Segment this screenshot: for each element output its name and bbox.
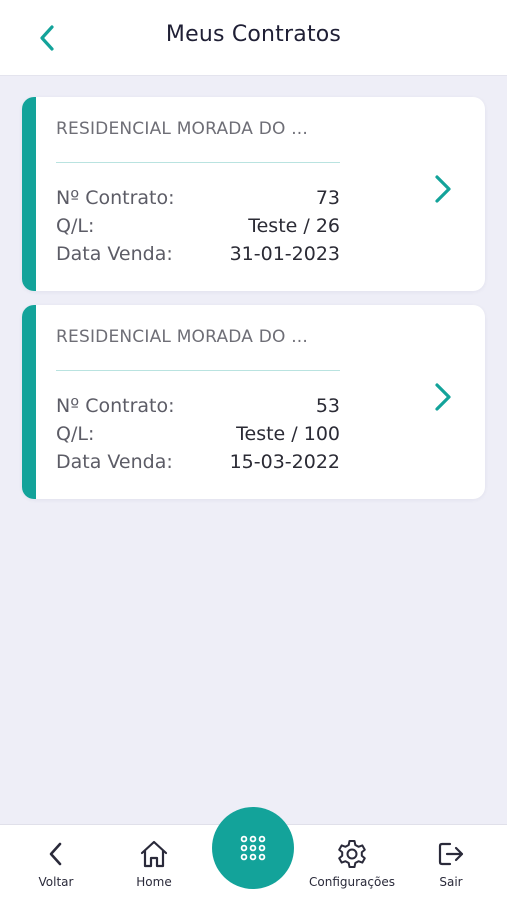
card-divider <box>56 162 340 163</box>
chevron-right-icon[interactable] <box>431 381 455 413</box>
contract-card[interactable]: RESIDENCIAL MORADA DO ... Nº Contrato: 5… <box>22 305 485 499</box>
contract-card[interactable]: RESIDENCIAL MORADA DO ... Nº Contrato: 7… <box>22 97 485 291</box>
ql-label: Q/L: <box>56 423 95 445</box>
card-accent-bar <box>22 97 36 291</box>
app-header: Meus Contratos <box>0 0 507 76</box>
sale-date-row: Data Venda: 31-01-2023 <box>56 240 340 268</box>
sale-date-label: Data Venda: <box>56 451 173 473</box>
sale-date-value: 31-01-2023 <box>229 243 340 265</box>
card-accent-bar <box>22 305 36 499</box>
sale-date-row: Data Venda: 15-03-2022 <box>56 448 340 476</box>
nav-home-label: Home <box>136 875 172 889</box>
chevron-right-icon[interactable] <box>431 173 455 205</box>
nav-back-label: Voltar <box>38 875 74 889</box>
contract-title: RESIDENCIAL MORADA DO ... <box>56 327 309 347</box>
contract-number-label: Nº Contrato: <box>56 187 175 209</box>
ql-row: Q/L: Teste / 26 <box>56 212 340 240</box>
contract-number-row: Nº Contrato: 53 <box>56 392 340 420</box>
contract-title: RESIDENCIAL MORADA DO ... <box>56 119 309 139</box>
page-title: Meus Contratos <box>165 22 342 47</box>
sale-date-value: 15-03-2022 <box>229 451 340 473</box>
ql-label: Q/L: <box>56 215 95 237</box>
card-divider <box>56 370 340 371</box>
contract-number-label: Nº Contrato: <box>56 395 175 417</box>
gear-icon <box>338 840 366 868</box>
home-icon <box>140 840 168 868</box>
nav-settings-button[interactable]: Configurações <box>302 837 402 897</box>
nav-settings-label: Configurações <box>309 875 395 889</box>
contract-number-value: 53 <box>315 395 340 417</box>
ql-row: Q/L: Teste / 100 <box>56 420 340 448</box>
logout-icon <box>438 842 464 866</box>
contract-number-row: Nº Contrato: 73 <box>56 184 340 212</box>
nav-logout-label: Sair <box>439 875 463 889</box>
contract-number-value: 73 <box>315 187 340 209</box>
ql-value: Teste / 26 <box>248 215 340 237</box>
menu-fab-button[interactable] <box>212 807 294 889</box>
nav-home-button[interactable]: Home <box>104 837 204 897</box>
ql-value: Teste / 100 <box>236 423 340 445</box>
nav-logout-button[interactable]: Sair <box>401 837 501 897</box>
sale-date-label: Data Venda: <box>56 243 173 265</box>
chevron-left-icon <box>49 842 62 866</box>
grid-dots-icon <box>240 835 266 861</box>
nav-back-button[interactable]: Voltar <box>6 837 106 897</box>
